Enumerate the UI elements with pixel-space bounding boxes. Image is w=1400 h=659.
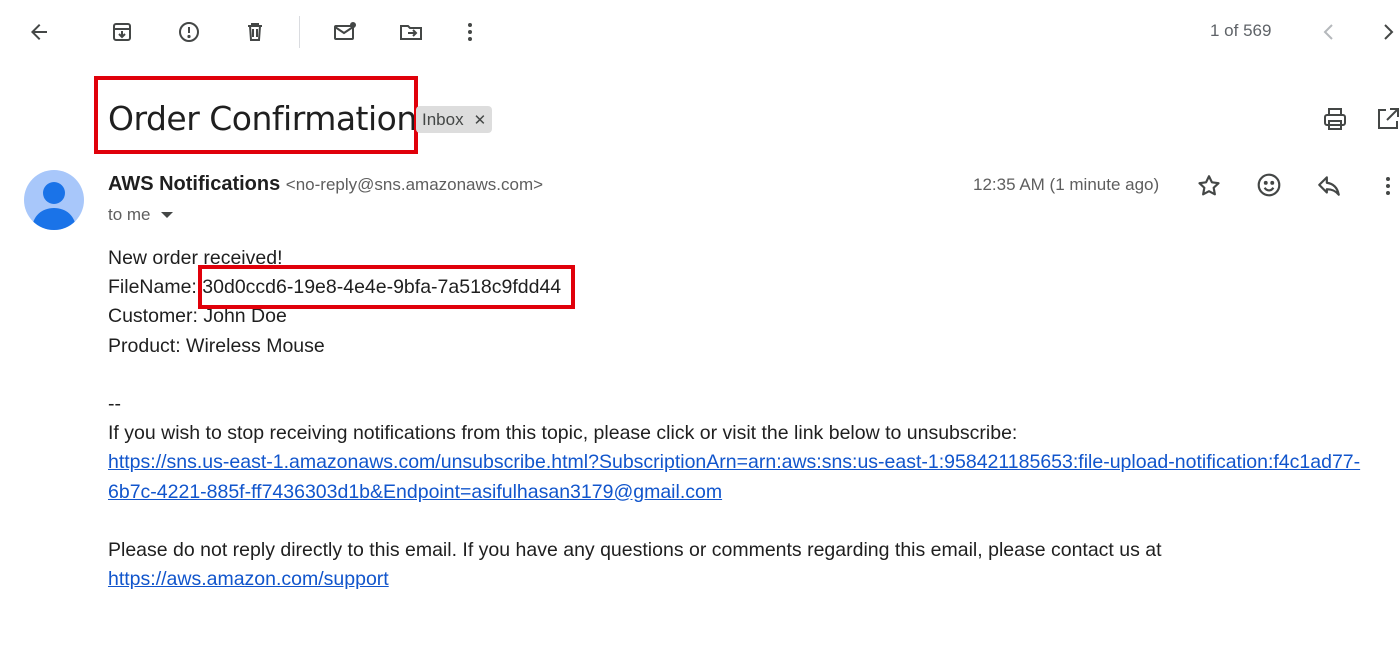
avatar[interactable]	[24, 170, 84, 230]
remove-label-icon[interactable]: ✕	[474, 111, 487, 129]
support-link[interactable]: https://aws.amazon.com/support	[108, 568, 389, 590]
chevron-down-icon[interactable]	[160, 212, 173, 218]
delete-icon[interactable]	[235, 12, 275, 52]
more-options-icon[interactable]	[1368, 166, 1400, 206]
print-icon[interactable]	[1315, 99, 1355, 139]
sender-address: <no-reply@sns.amazonaws.com>	[285, 175, 544, 194]
recipient-details[interactable]: to me	[108, 205, 173, 225]
more-vert-icon[interactable]	[450, 12, 490, 52]
unsubscribe-link-continued[interactable]: 6b7c-4221-885f-ff7436303d1b&Endpoint=asi…	[108, 481, 722, 503]
open-new-window-icon[interactable]	[1368, 99, 1400, 139]
move-to-icon[interactable]	[391, 12, 431, 52]
body-noreply-text: Please do not reply directly to this ema…	[108, 538, 1162, 561]
filename-highlight-box	[198, 265, 575, 309]
star-icon[interactable]	[1189, 166, 1229, 206]
prev-email-icon[interactable]	[1309, 12, 1349, 52]
reply-icon[interactable]	[1309, 166, 1349, 206]
recipient-text: to me	[108, 205, 151, 224]
body-separator: --	[108, 392, 121, 415]
emoji-reaction-icon[interactable]	[1249, 165, 1289, 205]
sender-line: AWS Notifications <no-reply@sns.amazonaw…	[108, 173, 543, 196]
unsubscribe-link[interactable]: https://sns.us-east-1.amazonaws.com/unsu…	[108, 451, 1360, 473]
sender-name[interactable]: AWS Notifications	[108, 173, 280, 195]
body-line-product: Product: Wireless Mouse	[108, 334, 325, 357]
subject-highlight-box	[94, 76, 418, 154]
body-unsubscribe-text: If you wish to stop receiving notificati…	[108, 422, 1018, 445]
report-spam-icon[interactable]	[169, 12, 209, 52]
toolbar-divider	[299, 16, 300, 48]
email-timestamp: 12:35 AM (1 minute ago)	[973, 175, 1160, 194]
pager-count: 1 of 569	[1210, 21, 1272, 40]
label-text: Inbox	[422, 109, 464, 129]
support-link-line[interactable]: https://aws.amazon.com/support	[108, 565, 1388, 594]
next-email-icon[interactable]	[1368, 12, 1400, 52]
unsubscribe-link-line2[interactable]: 6b7c-4221-885f-ff7436303d1b&Endpoint=asi…	[108, 478, 1388, 507]
back-arrow-icon[interactable]	[19, 12, 59, 52]
filename-label: FileName:	[108, 276, 203, 299]
unsubscribe-link-line1[interactable]: https://sns.us-east-1.amazonaws.com/unsu…	[108, 448, 1388, 477]
mark-unread-icon[interactable]	[325, 12, 365, 52]
archive-icon[interactable]	[102, 12, 142, 52]
inbox-label-chip[interactable]: Inbox ✕	[416, 106, 493, 133]
